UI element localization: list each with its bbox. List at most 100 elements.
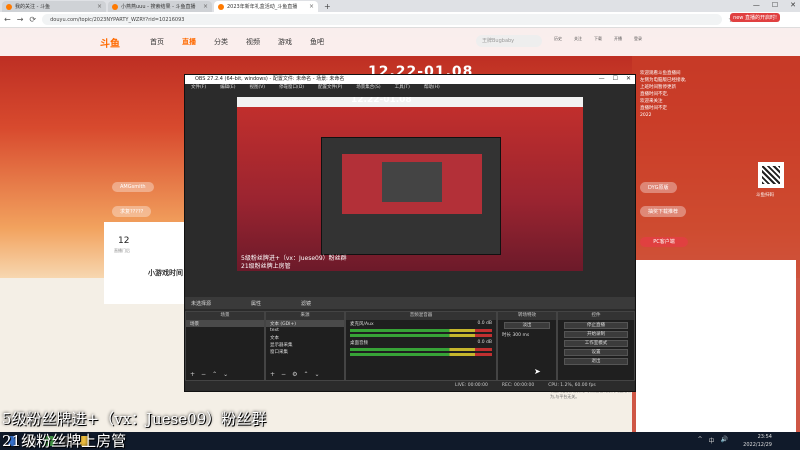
move-up-icon[interactable]: ⌃ xyxy=(303,371,308,378)
duration-input[interactable]: 300 ms xyxy=(512,333,529,338)
no-source-selected-label: 未选择源 xyxy=(191,301,212,307)
menu-tools[interactable]: 工具(T) xyxy=(395,84,410,92)
left-pill-button[interactable]: AMGsmith xyxy=(112,182,154,192)
gear-icon[interactable]: ⚙ xyxy=(292,371,297,378)
menu-scene-collection[interactable]: 场景集合(S) xyxy=(356,84,380,92)
menu-help[interactable]: 帮助(H) xyxy=(424,84,440,92)
info-panel xyxy=(636,260,796,432)
maximize-icon[interactable]: ☐ xyxy=(772,1,778,9)
transition-select[interactable]: 淡出 xyxy=(504,322,550,329)
add-icon[interactable]: + xyxy=(270,371,275,378)
scenes-header: 场景 xyxy=(186,312,264,320)
pc-client-button[interactable]: PC客户端 xyxy=(640,237,688,247)
maximize-icon[interactable]: ☐ xyxy=(613,75,618,82)
nav-game[interactable]: 游戏 xyxy=(278,37,292,47)
source-item[interactable]: 显示器采集 xyxy=(266,341,344,348)
filters-button[interactable]: 滤镜 xyxy=(301,300,311,307)
tray-expand-icon[interactable]: ^ xyxy=(697,436,702,445)
obs-status-bar: LIVE: 00:00:00 REC: 00:00:00 CPU: 1.2%, … xyxy=(185,381,635,391)
ime-icon[interactable]: 中 xyxy=(709,436,715,445)
browser-tab-active[interactable]: 2023年新年礼盒活动_斗鱼直播 × xyxy=(214,1,318,12)
browser-tab[interactable]: 小燕燕uuu - 搜索结果 - 斗鱼直播 × xyxy=(108,1,212,12)
transitions-header: 转场特效 xyxy=(498,312,556,320)
rec-timer: REC: 00:00:00 xyxy=(501,383,535,388)
clock[interactable]: 23:54 2022/12/29 xyxy=(743,433,772,449)
stop-streaming-button[interactable]: 停止直播 xyxy=(564,322,628,329)
transitions-dock: 转场特效 淡出 时长 300 ms xyxy=(497,311,557,381)
left-pill-button[interactable]: 求复????? xyxy=(112,206,152,217)
audio-mixer-dock: 音频混音器 麦克风/Aux 0.0 dB 桌面音频 0.0 dB xyxy=(345,311,497,381)
nav-fishbar[interactable]: 鱼吧 xyxy=(310,37,324,47)
source-item[interactable]: 文本 xyxy=(266,334,344,341)
site-search-input[interactable]: 王牌Bugbaby xyxy=(476,35,542,47)
source-item[interactable]: 窗口采集 xyxy=(266,348,344,355)
volume-icon[interactable]: 🔊 xyxy=(721,436,728,445)
settings-button[interactable]: 设置 xyxy=(564,349,628,356)
obs-window-controls: — ☐ ✕ xyxy=(599,75,631,82)
nav-category[interactable]: 分类 xyxy=(214,37,228,47)
minimize-icon[interactable]: — xyxy=(599,75,605,82)
nav-video[interactable]: 视频 xyxy=(246,37,260,47)
broadcast-icon[interactable]: 开播 xyxy=(612,36,624,42)
menu-profile[interactable]: 配置文件(P) xyxy=(318,84,342,92)
obs-menu-bar: 文件(F) 编辑(E) 视图(V) 停靠窗口(D) 配置文件(P) 场景集合(S… xyxy=(185,84,635,92)
remove-icon[interactable]: − xyxy=(281,371,286,378)
follow-icon[interactable]: 关注 xyxy=(572,36,584,42)
cpu-fps: CPU: 1.2%, 60.00 fps xyxy=(548,383,596,388)
login-icon[interactable]: 登录 xyxy=(632,36,644,42)
new-tab-button[interactable]: + xyxy=(324,2,331,11)
stream-overlay-text-1: 5级粉丝牌进+（vx：Juese09）粉丝群 xyxy=(2,410,267,428)
volume-meter xyxy=(350,353,492,356)
scene-buttons: + − ⌃ ⌄ xyxy=(190,371,228,378)
source-item[interactable]: text xyxy=(266,327,344,334)
reload-icon[interactable]: ⟳ xyxy=(29,15,36,24)
obs-preview[interactable]: 12.22-01.08 5级粉丝牌进+（vx：Juese09）粉丝群 21级粉丝… xyxy=(237,97,583,271)
right-pill-button[interactable]: DYG原版 xyxy=(640,182,677,193)
nav-home[interactable]: 首页 xyxy=(150,37,164,47)
close-window-icon[interactable]: ✕ xyxy=(790,1,796,9)
obs-title-bar: OBS 27.2.4 (64-bit, windows) - 配置文件: 未命名… xyxy=(185,75,635,84)
close-window-icon[interactable]: ✕ xyxy=(626,75,631,82)
nav-live[interactable]: 直播 xyxy=(182,37,196,47)
streamer-name[interactable]: 小游戏时间 xyxy=(148,268,183,278)
tab-label: 小燕燕uuu - 搜索结果 - 斗鱼直播 xyxy=(121,4,196,10)
download-icon[interactable]: 下载 xyxy=(592,36,604,42)
history-icon[interactable]: 历史 xyxy=(552,36,564,42)
close-icon[interactable]: × xyxy=(309,3,314,10)
fans-count: 12 xyxy=(118,236,130,246)
back-icon[interactable]: ← xyxy=(4,15,11,24)
start-recording-button[interactable]: 开始录制 xyxy=(564,331,628,338)
browser-tab-bar: 我的关注 - 斗鱼 × 小燕燕uuu - 搜索结果 - 斗鱼直播 × 2023年新年… xyxy=(0,0,800,12)
tab-label: 我的关注 - 斗鱼 xyxy=(15,4,50,10)
address-bar: ← → ⟳ douyu.com/topic/2023NYPARTY_WZRY?r… xyxy=(0,12,800,28)
close-icon[interactable]: × xyxy=(97,3,102,10)
url-input[interactable]: douyu.com/topic/2023NYPARTY_WZRY?rid=102… xyxy=(42,14,723,25)
exit-button[interactable]: 退出 xyxy=(564,358,628,365)
chat-line: 2022 xyxy=(640,113,652,118)
properties-button[interactable]: 属性 xyxy=(251,300,261,307)
qr-label: 斗鱼扫码 xyxy=(756,193,774,198)
chat-line: 欢迎来关注 xyxy=(640,99,663,104)
minimize-icon[interactable]: — xyxy=(753,1,760,9)
close-icon[interactable]: × xyxy=(203,3,208,10)
scene-item[interactable]: 场景 xyxy=(186,320,264,327)
menu-view[interactable]: 视图(V) xyxy=(249,84,265,92)
studio-mode-button[interactable]: 工作室模式 xyxy=(564,340,628,347)
add-icon[interactable]: + xyxy=(190,371,195,378)
login-hint-badge[interactable]: new 直播的开启时! xyxy=(730,13,780,22)
menu-edit[interactable]: 编辑(E) xyxy=(220,84,235,92)
move-down-icon[interactable]: ⌄ xyxy=(314,371,319,378)
volume-meter xyxy=(350,329,492,332)
right-pill-button[interactable]: 抽奖下载推荐 xyxy=(640,206,687,217)
menu-docks[interactable]: 停靠窗口(D) xyxy=(279,84,304,92)
move-up-icon[interactable]: ⌃ xyxy=(212,371,217,378)
forward-icon[interactable]: → xyxy=(17,15,24,24)
source-item[interactable]: 文本 (GDI+) xyxy=(266,320,344,327)
browser-tab[interactable]: 我的关注 - 斗鱼 × xyxy=(2,1,106,12)
remove-icon[interactable]: − xyxy=(201,371,206,378)
chat-line: 欢迎观看斗鱼直播间 xyxy=(640,71,681,76)
douyu-logo[interactable]: 斗鱼 xyxy=(100,35,120,50)
obs-source-toolbar: 未选择源 属性 滤镜 xyxy=(185,297,635,309)
menu-file[interactable]: 文件(F) xyxy=(191,84,206,92)
move-down-icon[interactable]: ⌄ xyxy=(223,371,228,378)
